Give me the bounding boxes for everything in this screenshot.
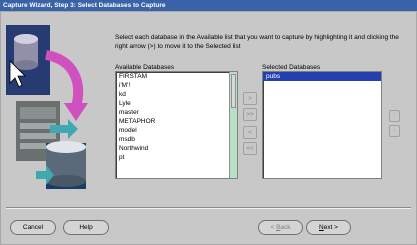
footer-separator [6, 207, 411, 209]
list-item[interactable]: METAPHOR [116, 117, 237, 126]
move-left-button[interactable]: < [243, 126, 257, 139]
list-item[interactable]: FIRSTAM [116, 72, 237, 81]
list-item[interactable]: model [116, 126, 237, 135]
list-item[interactable]: master [116, 108, 237, 117]
window-title: Capture Wizard, Step 3: Select Databases… [3, 2, 166, 9]
next-suffix: > [332, 224, 338, 231]
move-up-button[interactable]: ↑ [389, 110, 400, 122]
list-item[interactable]: Northwind [116, 144, 237, 153]
list-item[interactable]: i'M'! [116, 81, 237, 90]
list-item[interactable]: msdb [116, 135, 237, 144]
move-right-button[interactable]: > [243, 92, 257, 105]
selected-databases-list[interactable]: pubs [262, 71, 382, 179]
back-button[interactable]: < Back [258, 220, 303, 235]
window-title-bar: Capture Wizard, Step 3: Select Databases… [0, 0, 417, 11]
next-button[interactable]: Next > [306, 220, 351, 235]
list-item[interactable]: pubs [263, 72, 381, 81]
available-list-scrollbar[interactable] [229, 72, 237, 178]
move-all-right-button[interactable]: >> [243, 108, 257, 121]
selected-databases-label: Selected Databases [262, 64, 321, 71]
scrollbar-thumb[interactable] [231, 74, 236, 108]
available-databases-list[interactable]: FIRSTAM i'M'! kd Lyle master METAPHOR mo… [115, 71, 238, 179]
list-item[interactable]: kd [116, 90, 237, 99]
cancel-button[interactable]: Cancel [10, 220, 56, 235]
back-label: ack [280, 224, 291, 231]
move-all-left-button[interactable]: << [243, 142, 257, 155]
list-item[interactable]: pt [116, 153, 237, 162]
instructions-text: Select each database in the Available li… [115, 34, 399, 50]
wizard-illustration [6, 25, 88, 189]
help-button[interactable]: Help [63, 220, 109, 235]
list-item[interactable]: Lyle [116, 99, 237, 108]
move-down-button[interactable]: ↓ [389, 125, 400, 137]
available-databases-label: Available Databases [115, 64, 175, 71]
